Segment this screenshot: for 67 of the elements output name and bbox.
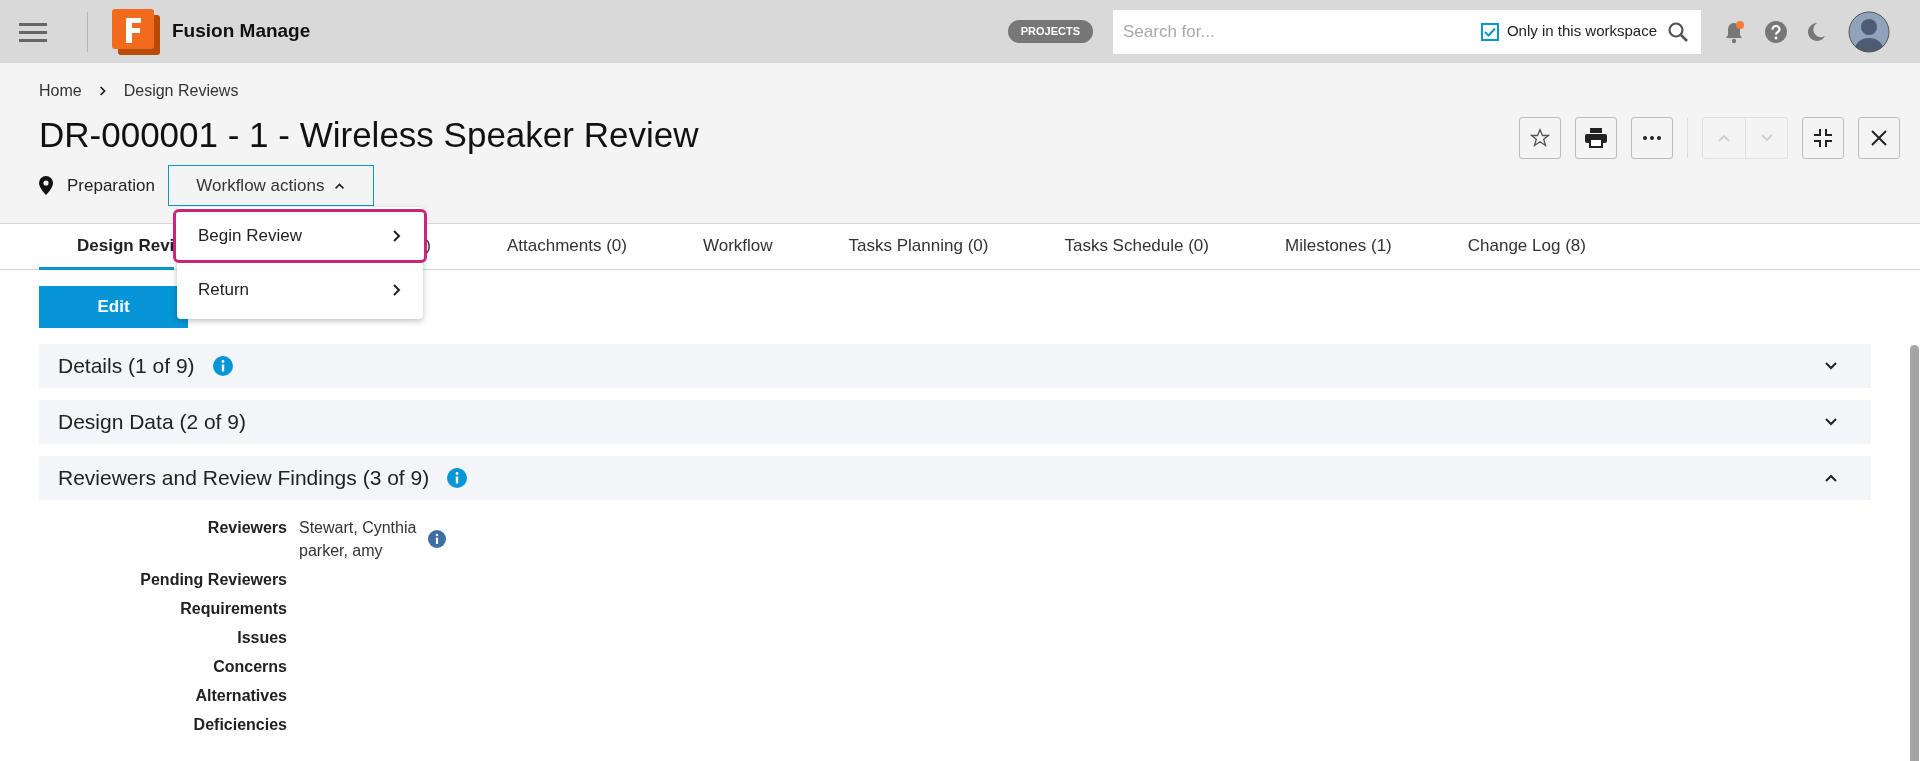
section-title: Reviewers and Review Findings (3 of 9) — [58, 465, 430, 492]
tab[interactable]: Attachments (0) — [469, 224, 665, 270]
field-label: Issues — [236, 628, 287, 648]
scope-label: Only in this workspace — [1506, 21, 1657, 42]
menu-item-label: Return — [198, 279, 250, 302]
chevron-right-icon — [392, 229, 402, 243]
favorite-button[interactable] — [1519, 117, 1561, 159]
chevron-right-icon — [392, 283, 402, 297]
workflow-state: Preparation — [67, 174, 155, 197]
print-button[interactable] — [1575, 117, 1617, 159]
search-bar[interactable]: Search for... Only in this workspace — [1113, 9, 1701, 54]
info-icon[interactable] — [212, 356, 233, 376]
more-button[interactable] — [1631, 117, 1673, 159]
field-label: Concerns — [212, 657, 287, 677]
tab[interactable]: Change Log (8) — [1429, 224, 1624, 270]
field-label: Deficiencies — [192, 715, 287, 735]
menu-item[interactable]: Begin Review — [173, 209, 427, 263]
page-title: DR-000001 - 1 - Wireless Speaker Review — [39, 114, 699, 156]
field-value: Stewart, Cynthia — [299, 518, 417, 538]
breadcrumb-link[interactable]: Home — [39, 79, 82, 103]
field-label: Reviewers — [206, 518, 287, 538]
section-header[interactable]: Reviewers and Review Findings (3 of 9) — [39, 456, 1871, 500]
section-title: Design Data (2 of 9) — [58, 409, 246, 436]
chevron-down-icon — [1824, 361, 1838, 371]
section-title: Details (1 of 9) — [58, 353, 195, 380]
field-label: Alternatives — [194, 686, 287, 706]
chevron-down-icon — [1824, 417, 1838, 427]
info-icon[interactable] — [428, 530, 447, 548]
section-header[interactable]: Details (1 of 9) — [39, 344, 1871, 388]
location-pin-icon — [39, 176, 53, 195]
scrollbar-thumb[interactable] — [1910, 345, 1919, 761]
tab[interactable]: Milestones (1) — [1247, 224, 1430, 270]
breadcrumb-link[interactable]: Design Reviews — [123, 79, 239, 103]
chevron-up-icon — [1824, 473, 1838, 483]
moon-icon[interactable] — [1806, 21, 1826, 42]
chevron-up-icon — [1717, 133, 1731, 143]
chevron-down-icon — [1759, 133, 1774, 143]
chevron-icon — [334, 180, 346, 191]
notifications-icon[interactable] — [1723, 19, 1745, 44]
search-icon[interactable] — [1667, 20, 1689, 43]
avatar-icon[interactable] — [1848, 10, 1890, 53]
help-icon[interactable] — [1765, 20, 1787, 43]
close-icon — [1871, 130, 1887, 146]
field-label: Pending Reviewers — [139, 570, 287, 590]
star-icon — [1530, 128, 1550, 148]
info-icon[interactable] — [447, 468, 468, 488]
more-icon — [1643, 136, 1661, 140]
collapse-icon — [1814, 129, 1832, 147]
tab[interactable]: Tasks Schedule (0) — [1026, 224, 1247, 270]
close-button[interactable] — [1858, 117, 1900, 159]
menu-item-label: Begin Review — [198, 225, 302, 248]
app-name: Fusion Manage — [172, 19, 311, 44]
app-logo-icon — [112, 8, 162, 55]
tab[interactable]: Workflow — [665, 224, 811, 270]
menu-icon[interactable] — [19, 20, 47, 43]
projects-badge[interactable]: PROJECTS — [1007, 20, 1093, 43]
tab[interactable]: Design Revi — [39, 224, 175, 270]
breadcrumb-chevron-icon — [98, 84, 107, 98]
scope-checkbox[interactable] — [1480, 22, 1499, 41]
field-label: Requirements — [179, 599, 287, 619]
section-header[interactable]: Design Data (2 of 9) — [39, 400, 1871, 444]
tab[interactable]: Tasks Planning (0) — [810, 224, 1027, 270]
field-value: parker, amy — [299, 541, 384, 561]
printer-icon — [1585, 128, 1607, 148]
collapse-button[interactable] — [1802, 117, 1844, 159]
workflow-actions-button[interactable]: Workflow actions — [167, 165, 374, 206]
search-field[interactable]: Search for... — [1123, 18, 1471, 45]
